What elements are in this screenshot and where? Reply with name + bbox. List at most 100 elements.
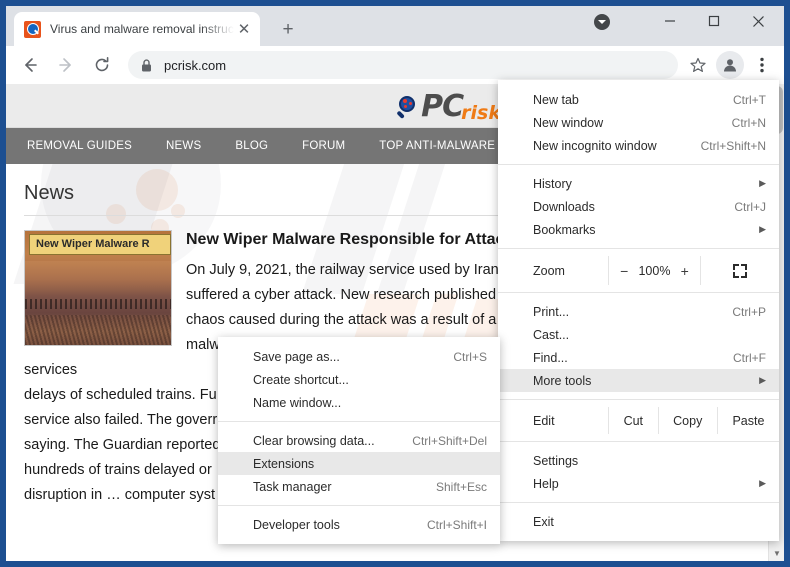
logo-text-pc: PC: [421, 92, 463, 122]
menu-item-label: Save page as...: [253, 350, 453, 364]
thumbnail-grass: [25, 315, 171, 345]
menu-item-label: Task manager: [253, 480, 436, 494]
zoom-in-button[interactable]: +: [681, 263, 689, 279]
menu-separator: [218, 421, 500, 422]
bookmark-star-icon[interactable]: [684, 51, 712, 79]
chrome-menu-button[interactable]: [748, 51, 776, 79]
menu-item-shortcut: Ctrl+T: [733, 93, 766, 107]
menu-item-label: New tab: [533, 93, 733, 107]
zoom-out-button[interactable]: −: [620, 263, 628, 279]
nav-item-top-anti-malware[interactable]: TOP ANTI-MALWARE: [379, 140, 495, 152]
submenu-item-clear-browsing-data[interactable]: Clear browsing data... Ctrl+Shift+Del: [218, 429, 500, 452]
menu-separator: [498, 292, 779, 293]
zoom-controls: − 100% +: [608, 256, 701, 285]
new-tab-button[interactable]: +: [274, 15, 302, 43]
menu-separator: [218, 505, 500, 506]
menu-item-more-tools[interactable]: More tools ▶: [498, 369, 779, 392]
menu-item-label: History: [533, 177, 756, 191]
fullscreen-button[interactable]: [701, 256, 779, 285]
thumbnail-treeline: [25, 299, 171, 309]
menu-item-shortcut: Ctrl+Shift+N: [701, 139, 766, 153]
menu-item-exit[interactable]: Exit: [498, 510, 779, 533]
menu-separator: [498, 441, 779, 442]
nav-item-removal-guides[interactable]: REMOVAL GUIDES: [27, 140, 132, 152]
browser-tab[interactable]: Virus and malware removal instructions ✕: [14, 12, 260, 46]
copy-button[interactable]: Copy: [658, 407, 717, 434]
cut-button[interactable]: Cut: [608, 407, 658, 434]
menu-item-label: Developer tools: [253, 518, 427, 532]
menu-item-shortcut: Ctrl+Shift+Del: [412, 434, 487, 448]
submenu-item-create-shortcut[interactable]: Create shortcut...: [218, 368, 500, 391]
menu-separator: [498, 248, 779, 249]
menu-item-new-incognito-window[interactable]: New incognito window Ctrl+Shift+N: [498, 134, 779, 157]
forward-button[interactable]: [51, 50, 81, 80]
profile-avatar-icon[interactable]: [716, 51, 744, 79]
nav-item-blog[interactable]: BLOG: [235, 140, 268, 152]
menu-item-shortcut: Ctrl+J: [734, 200, 766, 214]
kebab-menu-icon: [760, 57, 764, 73]
paste-button[interactable]: Paste: [717, 407, 779, 434]
menu-item-print[interactable]: Print... Ctrl+P: [498, 300, 779, 323]
menu-item-downloads[interactable]: Downloads Ctrl+J: [498, 195, 779, 218]
menu-item-new-tab[interactable]: New tab Ctrl+T: [498, 88, 779, 111]
menu-item-cast[interactable]: Cast...: [498, 323, 779, 346]
menu-item-label: Help: [533, 477, 756, 491]
menu-separator: [498, 502, 779, 503]
menu-item-help[interactable]: Help ▶: [498, 472, 779, 495]
menu-item-shortcut: Ctrl+N: [732, 116, 766, 130]
forward-arrow-icon: [57, 56, 75, 74]
nav-item-forum[interactable]: FORUM: [302, 140, 345, 152]
submenu-item-task-manager[interactable]: Task manager Shift+Esc: [218, 475, 500, 498]
menu-item-label: Print...: [533, 305, 732, 319]
window-controls: [594, 6, 784, 46]
menu-item-bookmarks[interactable]: Bookmarks ▶: [498, 218, 779, 241]
submenu-item-developer-tools[interactable]: Developer tools Ctrl+Shift+I: [218, 513, 500, 536]
zoom-level-value: 100%: [638, 264, 670, 278]
close-tab-icon[interactable]: ✕: [234, 19, 254, 39]
menu-item-history[interactable]: History ▶: [498, 172, 779, 195]
submenu-item-save-page-as[interactable]: Save page as... Ctrl+S: [218, 345, 500, 368]
back-button[interactable]: [15, 50, 45, 80]
browser-toolbar: pcrisk.com: [6, 46, 784, 84]
submenu-item-name-window[interactable]: Name window...: [218, 391, 500, 414]
submenu-item-extensions[interactable]: Extensions: [218, 452, 500, 475]
thumbnail-caption: New Wiper Malware R: [29, 234, 171, 255]
menu-item-label: Name window...: [253, 396, 487, 410]
menu-item-new-window[interactable]: New window Ctrl+N: [498, 111, 779, 134]
menu-item-label: Bookmarks: [533, 223, 756, 237]
reload-icon: [93, 56, 111, 74]
menu-item-label: More tools: [533, 374, 756, 388]
edit-label: Edit: [498, 407, 608, 434]
menu-item-find[interactable]: Find... Ctrl+F: [498, 346, 779, 369]
chevron-right-icon: ▶: [756, 224, 766, 235]
minimize-button[interactable]: [648, 6, 692, 36]
menu-separator: [498, 164, 779, 165]
scrollbar-down-arrow-icon[interactable]: ▼: [769, 545, 784, 561]
magnifying-glass-icon: [396, 96, 418, 118]
close-window-button[interactable]: [736, 6, 780, 36]
menu-item-label: Extensions: [253, 457, 487, 471]
tab-search-chevron-down-icon[interactable]: [594, 14, 610, 30]
reload-button[interactable]: [87, 50, 117, 80]
thumbnail-haze: [25, 261, 171, 295]
chrome-main-menu: New tab Ctrl+T New window Ctrl+N New inc…: [498, 80, 779, 541]
maximize-icon: [708, 15, 720, 27]
menu-item-shortcut: Ctrl+Shift+I: [427, 518, 487, 532]
menu-item-label: Cast...: [533, 328, 766, 342]
menu-item-label: Downloads: [533, 200, 734, 214]
chevron-right-icon: ▶: [756, 478, 766, 489]
menu-item-shortcut: Ctrl+P: [732, 305, 766, 319]
address-bar[interactable]: pcrisk.com: [128, 51, 678, 79]
back-arrow-icon: [21, 56, 39, 74]
address-bar-url: pcrisk.com: [164, 58, 226, 73]
nav-item-news[interactable]: NEWS: [166, 140, 201, 152]
tab-title: Virus and malware removal instructions: [50, 22, 234, 36]
article-thumbnail[interactable]: New Wiper Malware R: [24, 230, 172, 346]
menu-separator: [498, 399, 779, 400]
menu-item-settings[interactable]: Settings: [498, 449, 779, 472]
maximize-button[interactable]: [692, 6, 736, 36]
pcrisk-logo[interactable]: PC risk: [396, 90, 501, 124]
menu-item-label: Exit: [533, 515, 766, 529]
menu-item-shortcut: Ctrl+S: [453, 350, 487, 364]
chevron-right-icon: ▶: [756, 375, 766, 386]
